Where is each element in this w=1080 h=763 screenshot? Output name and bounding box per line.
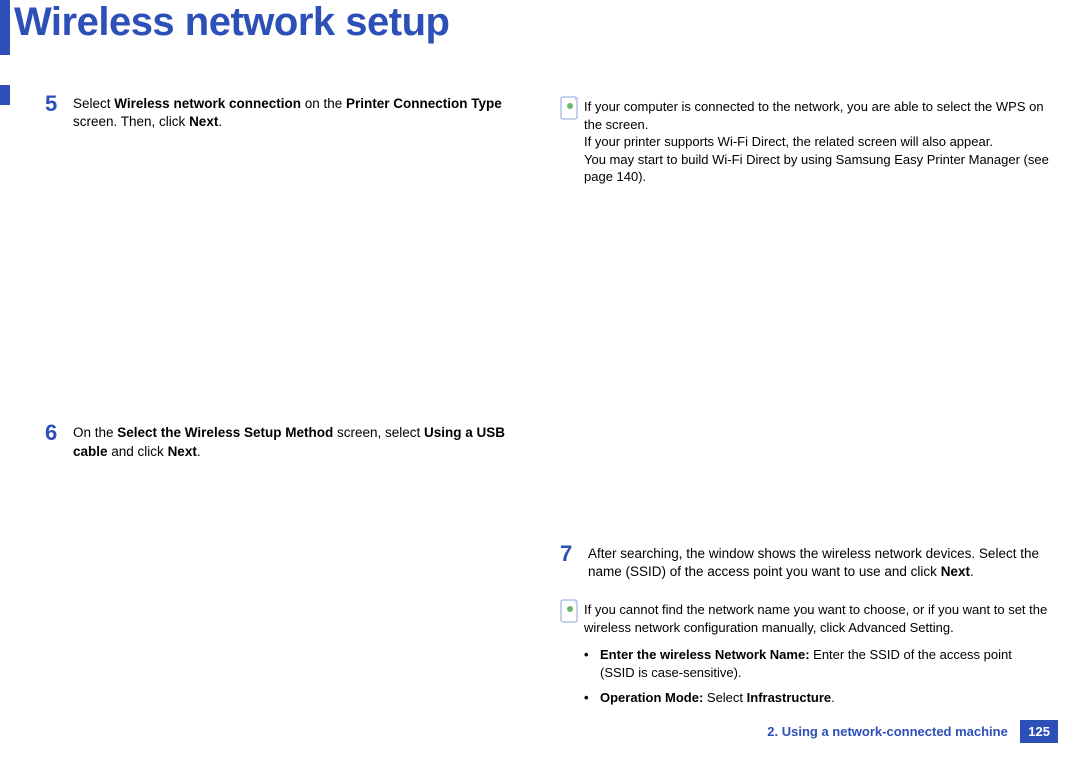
text: If you cannot find the network name you … <box>584 602 1047 635</box>
bold-text: Wireless network connection <box>114 96 301 111</box>
text: On the <box>73 425 117 440</box>
title-accent <box>0 0 10 55</box>
text: screen. Then, click <box>73 114 189 129</box>
step-number: 5 <box>45 92 73 131</box>
step-7: 7 After searching, the window shows the … <box>560 542 1050 581</box>
note-icon <box>560 599 584 713</box>
bullet-text: Operation Mode: Select Infrastructure. <box>600 689 835 707</box>
bold-text: Printer Connection Type <box>346 96 502 111</box>
footer: 2. Using a network-connected machine 125 <box>0 720 1080 743</box>
bullet-list: • Enter the wireless Network Name: Enter… <box>584 646 1050 707</box>
text: . <box>218 114 222 129</box>
step-number: 6 <box>45 421 73 460</box>
text: . <box>970 564 974 579</box>
footer-page-number: 125 <box>1020 720 1058 743</box>
bullet-mark: • <box>584 689 600 707</box>
page: Wireless network setup 5 Select Wireless… <box>0 0 1080 763</box>
left-column: 5 Select Wireless network connection on … <box>45 92 525 473</box>
bold-text: Next <box>941 564 970 579</box>
accent-stub <box>0 85 10 105</box>
bullet-mark: • <box>584 646 600 682</box>
text: screen, select <box>333 425 424 440</box>
bullet-item: • Enter the wireless Network Name: Enter… <box>584 646 1050 682</box>
text: . <box>950 620 954 635</box>
page-title: Wireless network setup <box>14 0 449 45</box>
text: . <box>831 690 835 705</box>
text: on the <box>301 96 346 111</box>
title-bar: Wireless network setup <box>0 0 1080 55</box>
step-5: 5 Select Wireless network connection on … <box>45 92 525 131</box>
bullet-text: Enter the wireless Network Name: Enter t… <box>600 646 1050 682</box>
bold-text: Infrastructure <box>747 690 832 705</box>
note-line: You may start to build Wi-Fi Direct by u… <box>584 151 1050 186</box>
bullet-item: • Operation Mode: Select Infrastructure. <box>584 689 1050 707</box>
note-text: If your computer is connected to the net… <box>584 96 1050 186</box>
bold-text: Advanced Setting <box>848 620 950 635</box>
footer-chapter: 2. Using a network-connected machine <box>767 724 1008 739</box>
step-text: On the Select the Wireless Setup Method … <box>73 421 525 460</box>
step-6: 6 On the Select the Wireless Setup Metho… <box>45 421 525 460</box>
text: . <box>197 444 201 459</box>
note-1: If your computer is connected to the net… <box>560 96 1050 186</box>
step-text: Select Wireless network connection on th… <box>73 92 525 131</box>
text: and click <box>108 444 168 459</box>
note-line: If your computer is connected to the net… <box>584 98 1050 133</box>
bold-text: Next <box>189 114 218 129</box>
bold-text: Select the Wireless Setup Method <box>117 425 333 440</box>
bold-text: Operation Mode: <box>600 690 703 705</box>
note-text: If you cannot find the network name you … <box>584 599 1050 713</box>
note-2: If you cannot find the network name you … <box>560 599 1050 713</box>
text: Select <box>703 690 746 705</box>
bold-text: Enter the wireless Network Name: <box>600 647 810 662</box>
note-icon <box>560 96 584 186</box>
bold-text: Next <box>168 444 197 459</box>
step-text: After searching, the window shows the wi… <box>588 542 1050 581</box>
note-line: If your printer supports Wi-Fi Direct, t… <box>584 133 1050 151</box>
right-column: If your computer is connected to the net… <box>560 92 1050 723</box>
step-number: 7 <box>560 542 588 581</box>
text: Select <box>73 96 114 111</box>
